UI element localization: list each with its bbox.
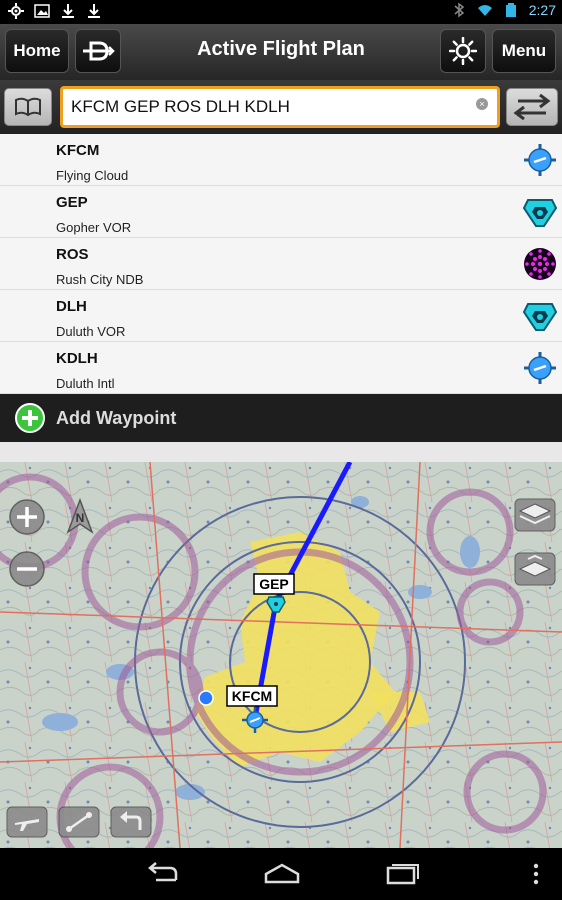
user-location-icon bbox=[198, 690, 214, 706]
waypoint-name: Duluth Intl bbox=[56, 376, 115, 391]
kfcm-map-label: KFCM bbox=[226, 685, 278, 707]
waypoint-list: KFCM Flying Cloud GEP Gopher VOR ROS Rus… bbox=[0, 134, 562, 394]
reverse-route-button[interactable] bbox=[506, 88, 558, 126]
waypoint-name: Duluth VOR bbox=[56, 324, 126, 339]
image-icon bbox=[34, 4, 50, 18]
list-item[interactable]: KDLH Duluth Intl bbox=[0, 342, 562, 394]
toolbar: Home Active Flight Plan Menu bbox=[0, 24, 562, 80]
layers-down-button[interactable] bbox=[514, 552, 556, 586]
vor-icon bbox=[522, 199, 558, 227]
swap-arrows-icon bbox=[513, 93, 551, 121]
bluetooth-icon bbox=[454, 2, 464, 18]
wifi-icon bbox=[477, 5, 492, 16]
book-icon bbox=[15, 97, 41, 117]
gep-map-label: GEP bbox=[253, 573, 295, 595]
sectional-map[interactable]: GEP KFCM N bbox=[0, 462, 562, 848]
ndb-icon bbox=[524, 248, 556, 280]
gps-icon bbox=[8, 3, 24, 19]
airport-icon bbox=[524, 144, 556, 176]
list-item[interactable]: KFCM Flying Cloud bbox=[0, 134, 562, 186]
home-button[interactable]: Home bbox=[5, 29, 69, 73]
waypoint-id: GEP bbox=[56, 194, 88, 211]
ruler-button[interactable] bbox=[58, 806, 100, 838]
waypoint-name: Flying Cloud bbox=[56, 168, 129, 183]
zoom-out-button[interactable] bbox=[8, 550, 46, 588]
status-time: 2:27 bbox=[528, 2, 556, 18]
track-up-button[interactable] bbox=[6, 806, 48, 838]
system-navigation-bar bbox=[0, 848, 562, 900]
waypoint-id: KFCM bbox=[56, 142, 100, 159]
divider bbox=[0, 442, 562, 462]
nav-home-icon[interactable] bbox=[262, 862, 302, 886]
layers-button[interactable] bbox=[514, 498, 556, 532]
nav-recents-icon[interactable] bbox=[382, 862, 422, 886]
add-waypoint-label: Add Waypoint bbox=[56, 408, 177, 428]
route-input[interactable] bbox=[60, 86, 500, 128]
page-title: Active Flight Plan bbox=[197, 38, 365, 60]
waypoint-id: ROS bbox=[56, 246, 89, 263]
status-bar: 2:27 bbox=[0, 0, 562, 24]
download-icon bbox=[88, 4, 100, 18]
vor-icon bbox=[522, 303, 558, 331]
download-icon bbox=[62, 4, 74, 18]
brightness-button[interactable] bbox=[440, 29, 486, 73]
waypoint-id: KDLH bbox=[56, 350, 98, 367]
list-item[interactable]: GEP Gopher VOR bbox=[0, 186, 562, 238]
waypoint-name: Gopher VOR bbox=[56, 220, 132, 235]
direct-to-icon bbox=[83, 41, 115, 61]
list-item[interactable]: DLH Duluth VOR bbox=[0, 290, 562, 342]
svg-text:KFCM: KFCM bbox=[232, 688, 272, 704]
battery-icon bbox=[505, 3, 516, 17]
procedures-button[interactable] bbox=[4, 88, 52, 126]
home-label: Home bbox=[13, 41, 61, 60]
add-waypoint-button[interactable]: Add Waypoint bbox=[0, 394, 562, 442]
compass-icon[interactable]: N bbox=[64, 498, 96, 534]
overflow-menu-icon[interactable] bbox=[530, 862, 542, 886]
back-button[interactable] bbox=[110, 806, 152, 838]
compass-label: N bbox=[76, 511, 85, 525]
zoom-in-button[interactable] bbox=[8, 498, 46, 536]
list-item[interactable]: ROS Rush City NDB bbox=[0, 238, 562, 290]
clear-icon[interactable]: × bbox=[476, 98, 488, 110]
direct-to-button[interactable] bbox=[75, 29, 121, 73]
plus-circle-icon bbox=[15, 403, 45, 433]
menu-button[interactable]: Menu bbox=[492, 29, 556, 73]
sun-icon bbox=[449, 37, 477, 65]
nav-back-icon[interactable] bbox=[142, 862, 182, 886]
svg-text:GEP: GEP bbox=[259, 576, 289, 592]
menu-label: Menu bbox=[501, 41, 547, 60]
waypoint-id: DLH bbox=[56, 298, 87, 315]
waypoint-name: Rush City NDB bbox=[56, 272, 144, 287]
airport-icon bbox=[524, 352, 556, 384]
